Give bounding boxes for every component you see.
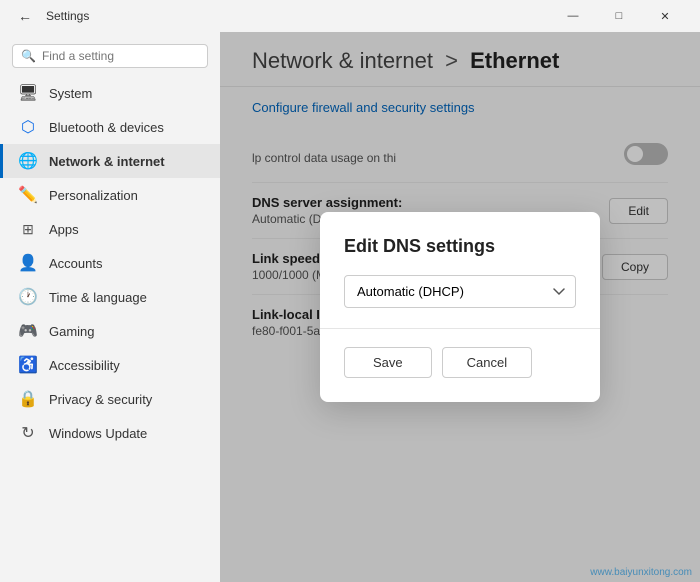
sidebar-label-apps: Apps bbox=[49, 222, 79, 237]
privacy-icon: 🔒 bbox=[19, 390, 37, 408]
gaming-icon: 🎮 bbox=[19, 322, 37, 340]
modal-actions: Save Cancel bbox=[344, 347, 576, 378]
search-input[interactable] bbox=[42, 49, 199, 63]
personalization-icon: ✏️ bbox=[19, 186, 37, 204]
close-button[interactable]: ✕ bbox=[642, 0, 688, 32]
sidebar-item-apps[interactable]: ⊞ Apps bbox=[0, 212, 220, 246]
sidebar-item-accessibility[interactable]: ♿ Accessibility bbox=[0, 348, 220, 382]
sidebar-label-update: Windows Update bbox=[49, 426, 147, 441]
sidebar-item-network[interactable]: 🌐 Network & internet bbox=[0, 144, 220, 178]
sidebar-label-network: Network & internet bbox=[49, 154, 165, 169]
dns-type-select[interactable]: Automatic (DHCP) Manual bbox=[344, 275, 576, 308]
maximize-button[interactable]: □ bbox=[596, 0, 642, 32]
sidebar-label-personalization: Personalization bbox=[49, 188, 138, 203]
sidebar-label-gaming: Gaming bbox=[49, 324, 95, 339]
sidebar-label-accessibility: Accessibility bbox=[49, 358, 120, 373]
back-button[interactable]: ← bbox=[12, 6, 38, 26]
modal-cancel-button[interactable]: Cancel bbox=[442, 347, 532, 378]
sidebar-item-time[interactable]: 🕐 Time & language bbox=[0, 280, 220, 314]
edit-dns-modal: Edit DNS settings Automatic (DHCP) Manua… bbox=[320, 212, 600, 402]
accounts-icon: 👤 bbox=[19, 254, 37, 272]
accessibility-icon: ♿ bbox=[19, 356, 37, 374]
sidebar-label-accounts: Accounts bbox=[49, 256, 102, 271]
title-bar-title: Settings bbox=[46, 9, 89, 23]
update-icon: ↻ bbox=[19, 424, 37, 442]
search-icon: 🔍 bbox=[21, 49, 36, 63]
bluetooth-icon: ⬡ bbox=[19, 118, 37, 136]
title-bar: ← Settings — □ ✕ bbox=[0, 0, 700, 32]
modal-divider bbox=[320, 328, 600, 329]
modal-title: Edit DNS settings bbox=[344, 236, 576, 257]
content-area: Network & internet > Ethernet Configure … bbox=[220, 32, 700, 582]
sidebar-label-privacy: Privacy & security bbox=[49, 392, 152, 407]
sidebar-item-system[interactable]: System bbox=[0, 76, 220, 110]
sidebar-item-accounts[interactable]: 👤 Accounts bbox=[0, 246, 220, 280]
minimize-button[interactable]: — bbox=[550, 0, 596, 32]
sidebar-item-update[interactable]: ↻ Windows Update bbox=[0, 416, 220, 450]
sidebar-item-gaming[interactable]: 🎮 Gaming bbox=[0, 314, 220, 348]
modal-save-button[interactable]: Save bbox=[344, 347, 432, 378]
sidebar-item-privacy[interactable]: 🔒 Privacy & security bbox=[0, 382, 220, 416]
monitor-icon bbox=[19, 84, 37, 102]
sidebar-label-bluetooth: Bluetooth & devices bbox=[49, 120, 164, 135]
sidebar-label-time: Time & language bbox=[49, 290, 147, 305]
app-body: 🔍 System ⬡ Bluetooth & devices 🌐 Network… bbox=[0, 32, 700, 582]
title-bar-left: ← Settings bbox=[12, 6, 89, 26]
apps-icon: ⊞ bbox=[19, 220, 37, 238]
sidebar-item-bluetooth[interactable]: ⬡ Bluetooth & devices bbox=[0, 110, 220, 144]
network-icon: 🌐 bbox=[19, 152, 37, 170]
modal-overlay: Edit DNS settings Automatic (DHCP) Manua… bbox=[220, 32, 700, 582]
title-bar-controls: — □ ✕ bbox=[550, 0, 688, 32]
sidebar-label-system: System bbox=[49, 86, 92, 101]
time-icon: 🕐 bbox=[19, 288, 37, 306]
sidebar: 🔍 System ⬡ Bluetooth & devices 🌐 Network… bbox=[0, 32, 220, 582]
sidebar-item-personalization[interactable]: ✏️ Personalization bbox=[0, 178, 220, 212]
search-box[interactable]: 🔍 bbox=[12, 44, 208, 68]
